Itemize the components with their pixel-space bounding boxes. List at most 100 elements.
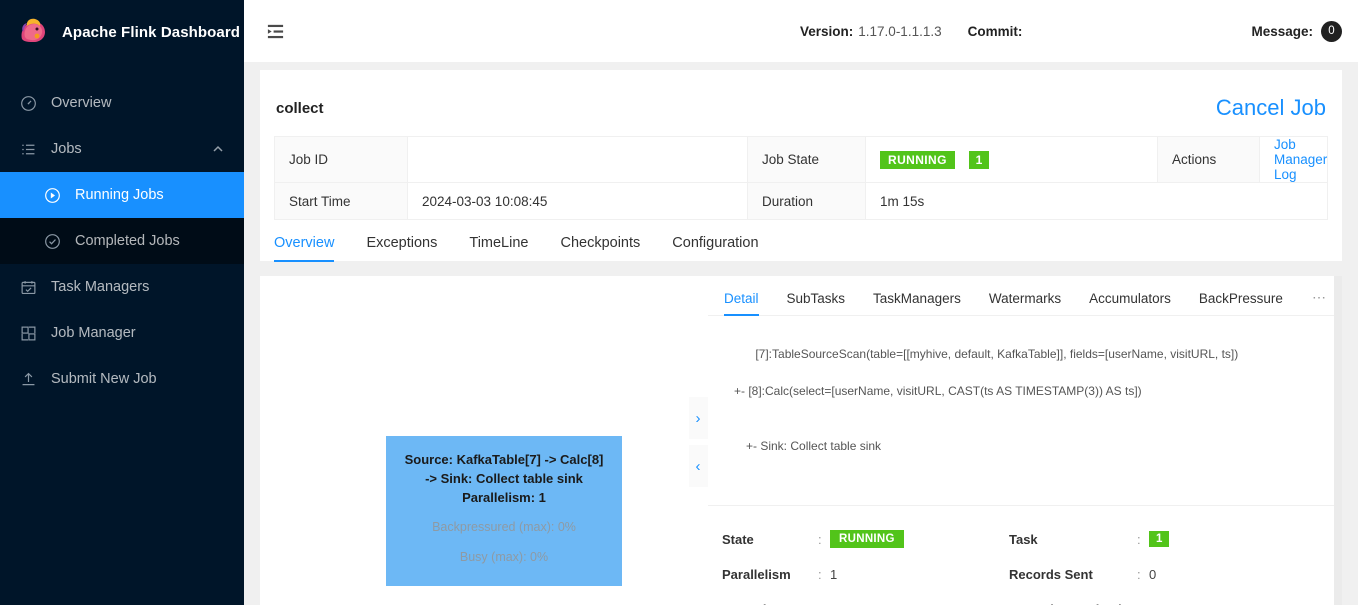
task-count-badge: 1 (1149, 531, 1170, 547)
content-area: Version: 1.17.0-1.1.1.3 Commit: Message: … (244, 0, 1358, 605)
version-value: 1.17.0-1.1.1.3 (858, 23, 942, 39)
task-count-badge: 1 (968, 150, 990, 169)
actions-label: Actions (1157, 136, 1260, 183)
sidebar-nav: Overview Jobs Running Jobs Completed Job… (0, 80, 244, 402)
detail-records-sent-value: 0 (1149, 566, 1157, 582)
play-circle-icon (44, 187, 61, 204)
detail-state-value: RUNNING (830, 522, 1009, 557)
node-backpressure: Backpressured (max): 0% (432, 520, 576, 534)
sidebar-item-task-managers[interactable]: Task Managers (0, 264, 244, 310)
detail-start-time-label: Start Time (722, 592, 818, 605)
detail-state-label: State (722, 531, 754, 547)
colon: : (1137, 592, 1149, 605)
detail-parallelism-value: 1 (830, 566, 838, 582)
chevron-right-icon[interactable]: › (688, 397, 708, 439)
tab-accumulators[interactable]: Accumulators (1089, 291, 1171, 315)
tab-checkpoints[interactable]: Checkpoints (560, 235, 640, 261)
chevron-up-icon (212, 143, 224, 155)
job-tabs: Overview Exceptions TimeLine Checkpoints… (260, 220, 1342, 262)
sidebar: Apache Flink Dashboard Overview Jobs Run… (0, 0, 244, 605)
detail-records-sent-label: Records Sent (1009, 566, 1093, 582)
job-graph-node[interactable]: Source: KafkaTable[7] -> Calc[8] -> Sink… (386, 436, 622, 586)
detail-key-values: State : RUNNING Task : 1 Parallelism : 1… (708, 506, 1342, 605)
job-summary-card: collect Cancel Job Job ID Job State RUNN… (260, 70, 1342, 220)
sidebar-item-label: Jobs (51, 141, 82, 157)
job-id-value (407, 136, 748, 183)
colon: : (1137, 531, 1141, 547)
tab-overview[interactable]: Overview (274, 235, 335, 262)
flink-squirrel-logo-icon (16, 15, 50, 49)
upload-icon (20, 371, 37, 388)
sidebar-item-completed-jobs[interactable]: Completed Jobs (0, 218, 244, 264)
duration-label: Duration (747, 182, 866, 220)
job-graph-panel[interactable]: Source: KafkaTable[7] -> Calc[8] -> Sink… (260, 276, 688, 605)
sidebar-item-label: Task Managers (51, 279, 150, 295)
node-busy: Busy (max): 0% (459, 550, 549, 564)
detail-records-received-label: Records Received (1009, 592, 1137, 605)
node-title-line2: -> Sink: Collect table sink (425, 471, 583, 486)
menu-fold-icon[interactable] (260, 16, 290, 46)
detail-records-received-value: 0 (1149, 592, 1328, 605)
calendar-check-icon (20, 279, 37, 296)
list-icon (20, 141, 37, 158)
plan-line-2: +- [8]:Calc(select=[userName, visitURL, … (734, 383, 1142, 398)
tab-subtasks[interactable]: SubTasks (787, 291, 846, 315)
cancel-job-button[interactable]: Cancel Job (1216, 97, 1326, 119)
sidebar-submenu-jobs: Running Jobs Completed Jobs (0, 172, 244, 264)
job-detail-panel: Detail SubTasks TaskManagers Watermarks … (708, 276, 1342, 605)
brand: Apache Flink Dashboard (0, 0, 244, 64)
job-manager-log-link[interactable]: Job Manager Log (1274, 137, 1327, 182)
detail-parallelism-label: Parallelism (722, 566, 791, 582)
topbar: Version: 1.17.0-1.1.1.3 Commit: Message: … (244, 0, 1358, 62)
grid-icon (20, 325, 37, 342)
plan-line-3: +- Sink: Collect table sink (746, 439, 882, 453)
sidebar-item-running-jobs[interactable]: Running Jobs (0, 172, 244, 218)
commit-info: Commit: (968, 24, 1028, 39)
job-body: Source: KafkaTable[7] -> Calc[8] -> Sink… (260, 276, 1342, 605)
colon: : (818, 566, 822, 582)
job-state-value: RUNNING 1 (865, 136, 1158, 183)
tab-detail[interactable]: Detail (724, 291, 759, 316)
job-manager-log-cell: Job Manager Log (1259, 136, 1328, 183)
dashboard-icon (20, 95, 37, 112)
tab-timeline[interactable]: TimeLine (469, 235, 528, 261)
node-parallelism: Parallelism: 1 (462, 490, 546, 505)
sidebar-item-overview[interactable]: Overview (0, 80, 244, 126)
version-label: Version: (800, 23, 854, 39)
colon: : (818, 592, 830, 605)
graph-panel-toggles: › ‹ (688, 276, 708, 605)
job-header: collect Cancel Job (274, 86, 1328, 130)
message-label: Message: (1251, 23, 1313, 39)
detail-task-value: 1 (1149, 522, 1328, 557)
tab-exceptions[interactable]: Exceptions (366, 235, 437, 261)
sidebar-item-job-manager[interactable]: Job Manager (0, 310, 244, 356)
tabs-overflow-button[interactable]: ⋯ (1312, 289, 1326, 315)
status-badge: RUNNING (830, 530, 904, 548)
sidebar-item-label: Running Jobs (75, 187, 164, 203)
tab-backpressure[interactable]: BackPressure (1199, 291, 1283, 315)
detail-task-label: Task (1009, 531, 1038, 547)
colon: : (1137, 566, 1141, 582)
tab-configuration[interactable]: Configuration (672, 235, 758, 261)
chevron-left-icon[interactable]: ‹ (688, 445, 708, 487)
colon: : (818, 531, 822, 547)
node-title-line1: Source: KafkaTable[7] -> Calc[8] (404, 452, 604, 467)
app-root: Apache Flink Dashboard Overview Jobs Run… (0, 0, 1358, 605)
start-time-label: Start Time (274, 182, 408, 220)
duration-value: 1m 15s (865, 182, 1328, 220)
sidebar-item-jobs[interactable]: Jobs (0, 126, 244, 172)
version-info: Version: 1.17.0-1.1.1.3 (800, 24, 942, 39)
brand-title: Apache Flink Dashboard (62, 23, 241, 41)
job-id-label: Job ID (274, 136, 408, 183)
detail-scrollbar[interactable] (1334, 276, 1342, 605)
detail-start-time-value: 2024-03-03 10:08:45 (830, 592, 1009, 605)
operator-plan-text: [7]:TableSourceScan(table=[[myhive, defa… (708, 316, 1342, 506)
detail-tabs: Detail SubTasks TaskManagers Watermarks … (708, 276, 1342, 316)
sidebar-item-submit-new-job[interactable]: Submit New Job (0, 356, 244, 402)
table-row: Start Time 2024-03-03 10:08:45 Duration … (274, 182, 1328, 220)
tab-taskmanagers[interactable]: TaskManagers (873, 291, 961, 315)
commit-label: Commit: (967, 23, 1023, 39)
message-area[interactable]: Message: 0 (1251, 20, 1342, 42)
tab-watermarks[interactable]: Watermarks (989, 291, 1061, 315)
sidebar-item-label: Job Manager (51, 325, 136, 341)
